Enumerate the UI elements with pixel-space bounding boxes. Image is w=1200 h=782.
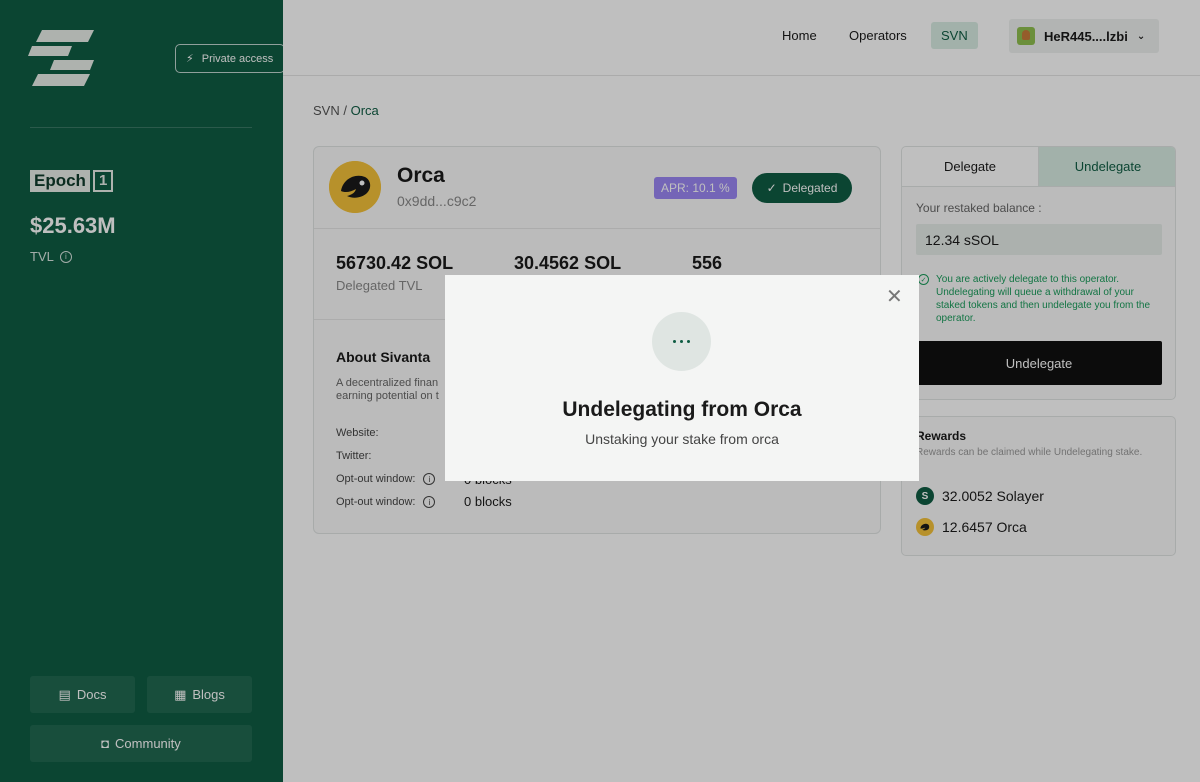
loading-spinner-icon xyxy=(652,312,711,371)
modal-title: Undelegating from Orca xyxy=(562,398,802,421)
undelegating-modal: ✕ Undelegating from Orca Unstaking your … xyxy=(445,275,919,481)
modal-subtitle: Unstaking your stake from orca xyxy=(585,431,779,447)
close-icon[interactable]: ✕ xyxy=(886,287,903,307)
